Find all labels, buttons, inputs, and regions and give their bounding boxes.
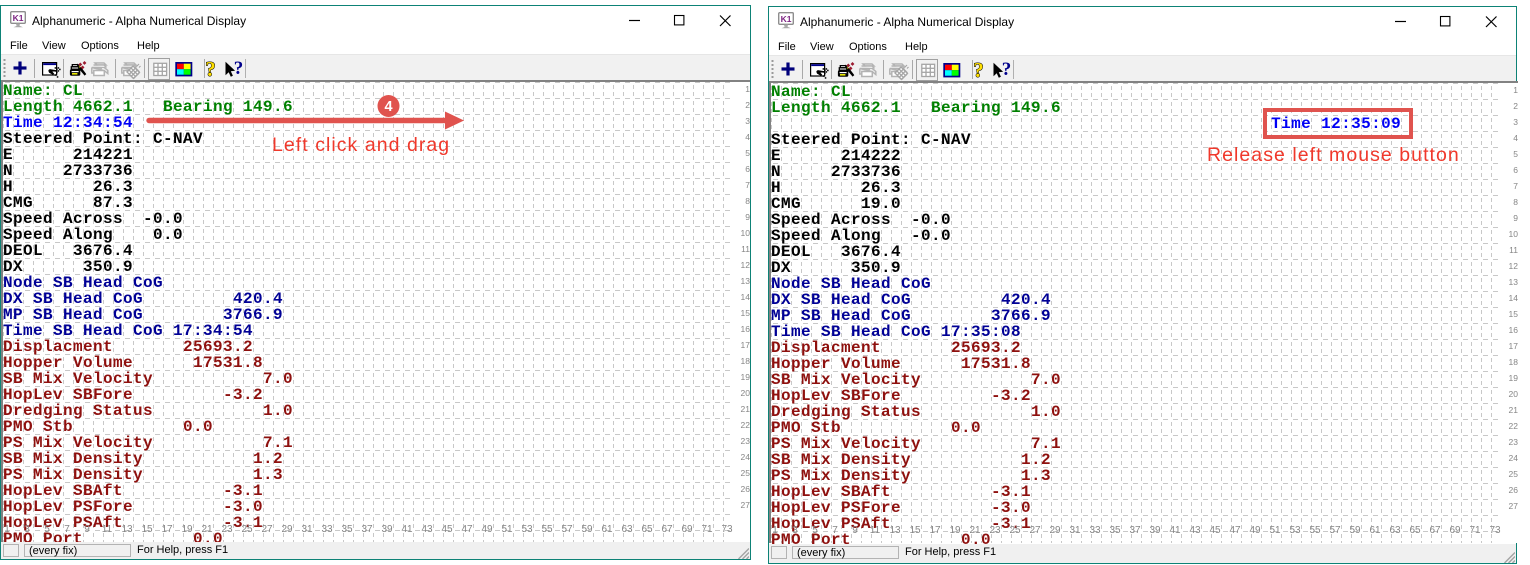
- svg-text:?: ?: [234, 58, 244, 79]
- svg-text:?: ?: [1002, 59, 1012, 80]
- svg-text:?: ?: [205, 57, 216, 81]
- svg-text:?: ?: [973, 58, 984, 82]
- svg-text:K1: K1: [781, 14, 792, 24]
- svg-text:4: 4: [384, 99, 392, 115]
- svg-text:K1: K1: [13, 13, 24, 23]
